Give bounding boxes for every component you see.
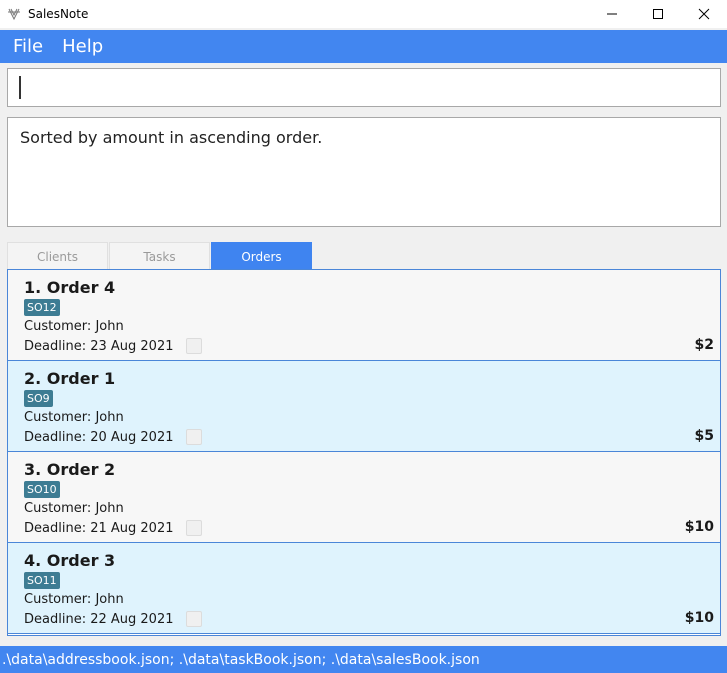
tab-orders[interactable]: Orders (211, 242, 312, 270)
storage-paths: .\data\addressbook.json; .\data\taskBook… (2, 651, 480, 668)
order-deadline: Deadline: 20 Aug 2021 (24, 429, 202, 445)
customer-value: John (95, 501, 124, 516)
menu-help[interactable]: Help (62, 36, 103, 57)
order-tag: SO12 (24, 299, 60, 316)
order-card[interactable]: 1. Order 4 SO12 Customer: John Deadline:… (8, 270, 720, 361)
customer-value: John (95, 410, 124, 425)
menu-bar: File Help (0, 30, 727, 63)
deadline-value: 23 Aug 2021 (90, 338, 174, 354)
tab-tasks[interactable]: Tasks (109, 242, 210, 270)
deadline-value: 20 Aug 2021 (90, 429, 174, 445)
deadline-label: Deadline: (24, 429, 87, 445)
order-tag: SO9 (24, 390, 53, 407)
order-customer: Customer: John (24, 319, 124, 334)
minimize-icon (606, 5, 618, 24)
order-tag: SO10 (24, 481, 60, 498)
customer-label: Customer: (24, 501, 92, 516)
maximize-button[interactable] (635, 0, 681, 28)
customer-label: Customer: (24, 319, 92, 334)
order-customer: Customer: John (24, 592, 124, 607)
completed-checkbox[interactable] (185, 611, 202, 627)
result-display: Sorted by amount in ascending order. (7, 117, 721, 227)
order-amount: $10 (684, 519, 714, 535)
close-icon (698, 5, 710, 24)
minimize-button[interactable] (589, 0, 635, 28)
order-title: 3. Order 2 (24, 460, 116, 479)
result-message: Sorted by amount in ascending order. (20, 128, 323, 147)
order-amount: $5 (694, 428, 714, 444)
order-deadline: Deadline: 22 Aug 2021 (24, 611, 202, 627)
customer-value: John (95, 319, 124, 334)
window-title: SalesNote (28, 7, 89, 21)
order-deadline: Deadline: 23 Aug 2021 (24, 338, 202, 354)
tab-clients[interactable]: Clients (7, 242, 108, 270)
order-card[interactable]: 2. Order 1 SO9 Customer: John Deadline: … (8, 361, 720, 452)
order-customer: Customer: John (24, 410, 124, 425)
maximize-icon (652, 5, 664, 24)
customer-value: John (95, 592, 124, 607)
app-logo-icon (6, 6, 22, 22)
title-bar: SalesNote (0, 0, 727, 28)
orders-list[interactable]: 1. Order 4 SO12 Customer: John Deadline:… (7, 269, 721, 636)
deadline-value: 22 Aug 2021 (90, 611, 174, 627)
order-card[interactable]: 3. Order 2 SO10 Customer: John Deadline:… (8, 452, 720, 543)
completed-checkbox[interactable] (185, 520, 202, 536)
order-amount: $10 (684, 610, 714, 626)
order-title: 2. Order 1 (24, 369, 116, 388)
customer-label: Customer: (24, 410, 92, 425)
text-caret (19, 76, 21, 99)
order-deadline: Deadline: 21 Aug 2021 (24, 520, 202, 536)
command-input[interactable] (7, 68, 721, 107)
completed-checkbox[interactable] (185, 429, 202, 445)
deadline-label: Deadline: (24, 520, 87, 536)
completed-checkbox[interactable] (185, 338, 202, 354)
customer-label: Customer: (24, 592, 92, 607)
menu-file[interactable]: File (13, 36, 43, 57)
order-title: 1. Order 4 (24, 278, 116, 297)
deadline-label: Deadline: (24, 338, 87, 354)
tab-bar: Clients Tasks Orders (7, 242, 313, 270)
close-button[interactable] (681, 0, 727, 28)
order-customer: Customer: John (24, 501, 124, 516)
order-tag: SO11 (24, 572, 60, 589)
status-bar: .\data\addressbook.json; .\data\taskBook… (0, 646, 727, 673)
order-title: 4. Order 3 (24, 551, 116, 570)
deadline-label: Deadline: (24, 611, 87, 627)
deadline-value: 21 Aug 2021 (90, 520, 174, 536)
order-card[interactable]: 4. Order 3 SO11 Customer: John Deadline:… (8, 543, 720, 634)
order-amount: $2 (694, 337, 714, 353)
